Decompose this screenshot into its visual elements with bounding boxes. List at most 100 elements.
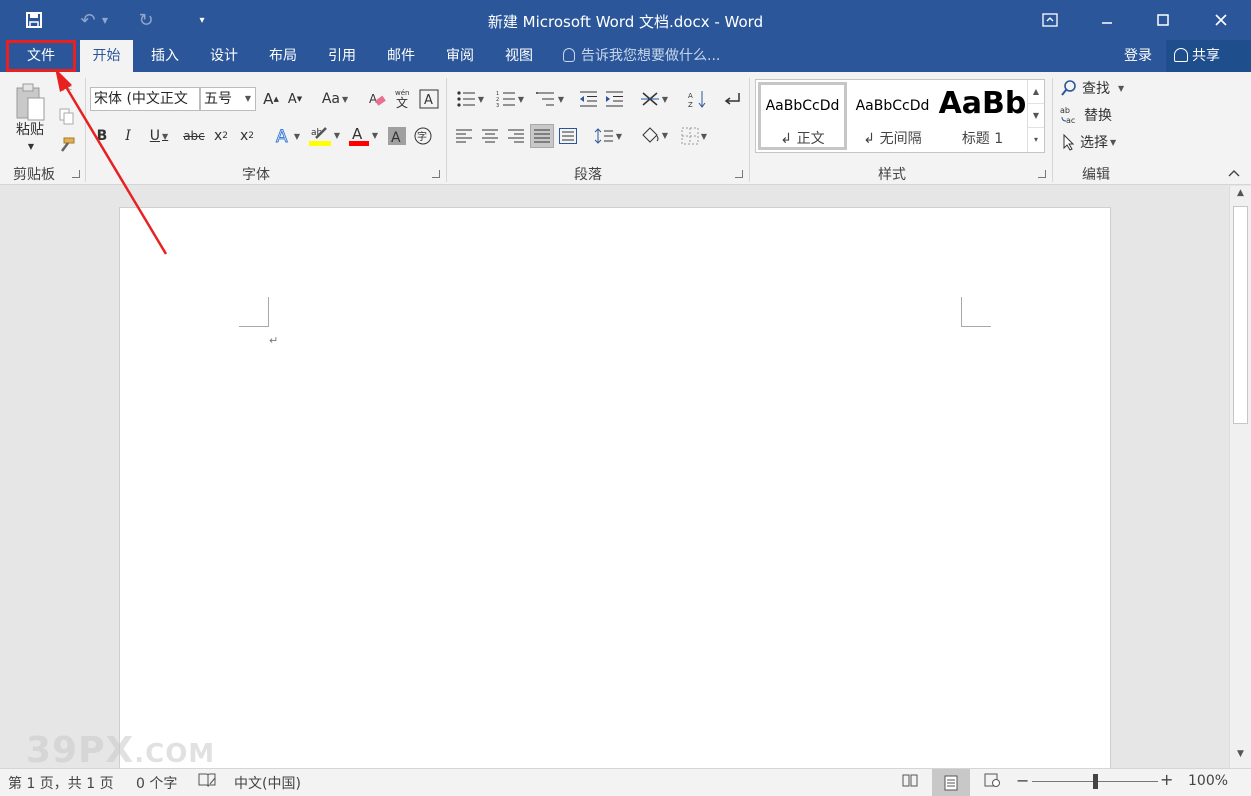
- strikethrough-icon[interactable]: abc: [182, 124, 206, 148]
- text-highlight-icon[interactable]: ab ▼: [306, 122, 342, 148]
- shrink-font-icon[interactable]: A ▼: [284, 87, 306, 111]
- multilevel-list-icon[interactable]: ▼: [532, 87, 568, 111]
- align-left-icon[interactable]: [452, 124, 476, 148]
- font-launcher-icon[interactable]: [432, 170, 440, 178]
- chinese-layout-icon[interactable]: ▼: [636, 87, 672, 111]
- grow-font-icon[interactable]: A ▲: [260, 87, 282, 111]
- proofing-icon[interactable]: [198, 772, 216, 792]
- word-count[interactable]: 0 个字: [136, 773, 177, 793]
- vertical-scrollbar[interactable]: ▲ ▼: [1229, 186, 1251, 768]
- style-no-spacing[interactable]: AaBbCcDd ↲ 无间隔: [848, 82, 937, 150]
- change-case-icon[interactable]: Aa ▼: [318, 87, 352, 111]
- copy-icon[interactable]: [56, 106, 78, 128]
- clipboard-launcher-icon[interactable]: [72, 170, 80, 178]
- enclosed-character-border-icon[interactable]: A: [418, 87, 440, 111]
- increase-indent-icon[interactable]: [602, 87, 626, 111]
- zoom-out-icon[interactable]: −: [1016, 771, 1029, 790]
- replace-label: 替换: [1084, 108, 1112, 124]
- bullets-icon[interactable]: ▼: [452, 87, 488, 111]
- line-spacing-icon[interactable]: ▼: [590, 124, 626, 148]
- font-name-combo[interactable]: 宋体 (中文正文: [90, 87, 200, 111]
- tab-mailings[interactable]: 邮件: [376, 40, 426, 72]
- maximize-icon[interactable]: [1138, 0, 1188, 40]
- page-count[interactable]: 第 1 页，共 1 页: [8, 773, 114, 793]
- distributed-icon[interactable]: [556, 124, 580, 148]
- read-mode-icon[interactable]: [902, 772, 918, 792]
- tab-insert[interactable]: 插入: [140, 40, 190, 72]
- document-page[interactable]: ↵: [119, 207, 1111, 777]
- sort-icon[interactable]: AZ: [686, 87, 710, 111]
- zoom-in-icon[interactable]: +: [1160, 770, 1173, 789]
- tab-file[interactable]: 文件: [6, 40, 76, 72]
- zoom-level[interactable]: 100%: [1188, 773, 1228, 789]
- character-shading-icon[interactable]: A: [386, 124, 408, 148]
- tab-review[interactable]: 审阅: [435, 40, 485, 72]
- close-icon[interactable]: [1196, 0, 1246, 40]
- style-no-spacing-name: ↲ 无间隔: [863, 131, 922, 147]
- shading-icon[interactable]: ▼: [636, 122, 672, 148]
- minimize-icon[interactable]: [1082, 0, 1132, 40]
- tab-design[interactable]: 设计: [199, 40, 249, 72]
- margin-corner-top-left: [239, 297, 269, 327]
- svg-text:A: A: [424, 93, 433, 108]
- style-normal-sample: AaBbCcDd: [765, 98, 840, 114]
- tab-home[interactable]: 开始: [80, 40, 133, 72]
- gallery-up-icon[interactable]: ▲: [1028, 80, 1044, 104]
- scrollbar-thumb[interactable]: [1233, 206, 1248, 424]
- align-right-icon[interactable]: [504, 124, 528, 148]
- ribbon-display-options-icon[interactable]: [1025, 0, 1075, 40]
- font-size-dropdown-icon[interactable]: ▼: [241, 88, 255, 110]
- align-center-icon[interactable]: [478, 124, 502, 148]
- show-hide-marks-icon[interactable]: [720, 87, 744, 111]
- bold-icon[interactable]: B: [92, 124, 112, 148]
- tab-view[interactable]: 视图: [494, 40, 544, 72]
- enclosed-characters-icon[interactable]: 字: [412, 124, 434, 148]
- clear-formatting-icon[interactable]: A: [366, 87, 388, 111]
- select-label: 选择: [1080, 135, 1108, 151]
- style-normal[interactable]: AaBbCcDd ↲ 正文: [758, 82, 847, 150]
- superscript-icon[interactable]: x2: [236, 124, 258, 148]
- font-size-combo[interactable]: 五号 ▼: [200, 87, 256, 111]
- share-button[interactable]: 共享: [1166, 40, 1251, 72]
- replace-button[interactable]: ab ac 替换: [1060, 104, 1140, 126]
- subscript-icon[interactable]: x2: [210, 124, 232, 148]
- print-layout-icon[interactable]: [932, 769, 970, 796]
- text-effects-icon[interactable]: A ▼: [270, 124, 304, 148]
- web-layout-icon[interactable]: [984, 772, 1000, 792]
- underline-icon[interactable]: U ▼: [144, 124, 174, 148]
- language-indicator[interactable]: 中文(中国): [234, 773, 301, 793]
- scroll-up-icon[interactable]: ▲: [1230, 188, 1251, 204]
- zoom-slider-thumb[interactable]: [1093, 774, 1098, 789]
- tell-me-box[interactable]: 告诉我您想要做什么...: [563, 40, 720, 72]
- font-size-value: 五号: [204, 91, 232, 107]
- style-heading-1[interactable]: AaBb 标题 1: [938, 82, 1027, 150]
- styles-launcher-icon[interactable]: [1038, 170, 1046, 178]
- tab-references[interactable]: 引用: [317, 40, 367, 72]
- select-button[interactable]: 选择 ▼: [1060, 131, 1140, 153]
- italic-icon[interactable]: I: [118, 124, 138, 148]
- collapse-ribbon-icon[interactable]: [1224, 164, 1244, 182]
- login-link[interactable]: 登录: [1124, 40, 1152, 72]
- gallery-down-icon[interactable]: ▼: [1028, 104, 1044, 128]
- cut-icon[interactable]: ✂: [56, 78, 78, 100]
- svg-text:A: A: [276, 127, 288, 146]
- lightbulb-icon: [563, 48, 575, 62]
- numbering-icon[interactable]: 1 2 3 ▼: [492, 87, 528, 111]
- decrease-indent-icon[interactable]: [576, 87, 600, 111]
- phonetic-guide-icon[interactable]: wén 文: [392, 85, 414, 111]
- font-color-icon[interactable]: A ▼: [346, 122, 380, 148]
- paragraph-launcher-icon[interactable]: [735, 170, 743, 178]
- style-heading-1-sample: AaBb: [938, 86, 1027, 121]
- paste-dropdown-icon[interactable]: ▼: [24, 140, 38, 152]
- share-label: 共享: [1192, 48, 1220, 64]
- borders-icon[interactable]: ▼: [676, 124, 712, 148]
- gallery-more-icon[interactable]: ▾: [1028, 128, 1044, 152]
- format-painter-icon[interactable]: [56, 134, 78, 156]
- justify-icon[interactable]: [530, 124, 554, 148]
- document-area: ↵: [0, 186, 1229, 777]
- paste-button[interactable]: 粘贴: [12, 120, 48, 138]
- tab-layout[interactable]: 布局: [258, 40, 308, 72]
- find-button[interactable]: 查找 ▼: [1060, 77, 1140, 99]
- ribbon-tabs: 文件 开始 插入 设计 布局 引用 邮件 审阅 视图 告诉我您想要做什么... …: [0, 40, 1251, 72]
- scroll-down-icon[interactable]: ▼: [1230, 749, 1251, 765]
